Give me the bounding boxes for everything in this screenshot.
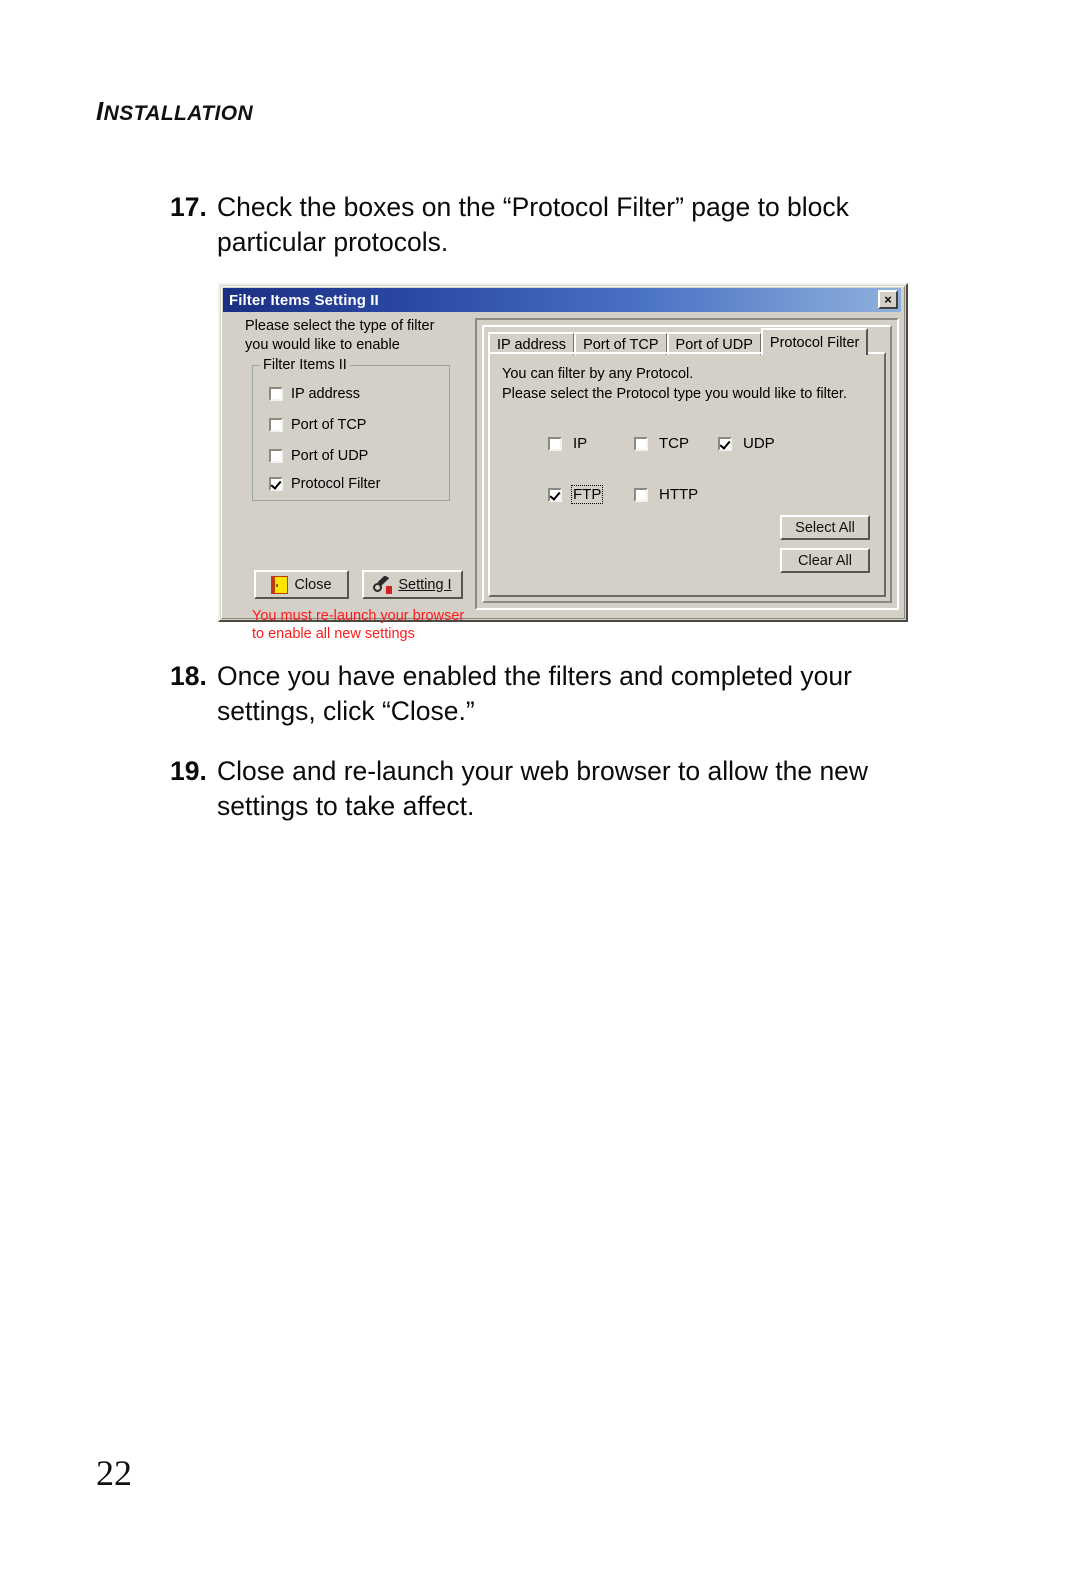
- dialog-title: Filter Items Setting II: [229, 291, 379, 309]
- filter-items-dialog: Filter Items Setting II × Please select …: [218, 283, 908, 642]
- protocol-ftp[interactable]: FTP: [548, 485, 634, 504]
- filter-item-label: IP address: [291, 386, 361, 402]
- filter-item-ip-address[interactable]: IP address: [269, 386, 360, 402]
- dialog-titlebar: Filter Items Setting II ×: [223, 288, 901, 312]
- tab-description-line-2: Please select the Protocol type you woul…: [502, 386, 847, 402]
- checkbox-ip-address[interactable]: [269, 387, 283, 401]
- right-pane: IP address Port of TCP Port of UDP Proto…: [475, 318, 899, 610]
- step-text: Close and re-launch your web browser to …: [217, 756, 869, 821]
- filter-item-label: Port of UDP: [291, 448, 369, 464]
- checkbox-port-of-tcp[interactable]: [269, 418, 283, 432]
- protocol-checkbox-grid: IP TCP UDP FTP HTTP: [548, 434, 838, 504]
- tab-label: Port of TCP: [583, 336, 659, 353]
- checkbox-tcp[interactable]: [634, 436, 648, 451]
- clear-all-label: Clear All: [798, 552, 852, 569]
- protocol-row-2: FTP HTTP: [548, 485, 838, 504]
- intro-line-1: Please select the type of filter: [245, 318, 435, 334]
- close-icon[interactable]: ×: [878, 290, 898, 309]
- protocol-label: IP: [573, 435, 588, 452]
- setting-one-button[interactable]: Setting I: [362, 570, 463, 599]
- checkbox-ip[interactable]: [548, 436, 562, 451]
- protocol-label: UDP: [743, 435, 775, 452]
- filter-items-groupbox: Filter Items II IP address Port of TCP P…: [252, 357, 450, 501]
- step-item-18: 18. Once you have enabled the filters an…: [170, 659, 910, 729]
- running-head-rest: NSTALLATION: [103, 102, 254, 125]
- step-number: 19.: [170, 756, 207, 786]
- checkbox-port-of-udp[interactable]: [269, 449, 283, 463]
- close-button-label: Close: [294, 576, 332, 593]
- filter-item-label: Port of TCP: [291, 417, 367, 433]
- relaunch-warning-line-2: to enable all new settings: [252, 626, 415, 642]
- tab-label: Protocol Filter: [769, 334, 860, 351]
- select-all-label: Select All: [795, 519, 855, 536]
- checkbox-ftp[interactable]: [548, 487, 562, 502]
- left-pane: Please select the type of filter you wou…: [228, 317, 468, 642]
- relaunch-warning: You must re-launch your browser to enabl…: [252, 607, 464, 643]
- groupbox-label: Filter Items II: [260, 357, 350, 373]
- filter-item-protocol-filter[interactable]: Protocol Filter: [269, 476, 380, 492]
- checkbox-protocol-filter[interactable]: [269, 477, 283, 491]
- protocol-tcp[interactable]: TCP: [634, 434, 718, 453]
- filter-item-port-of-udp[interactable]: Port of UDP: [269, 448, 368, 464]
- protocol-http[interactable]: HTTP: [634, 485, 718, 504]
- step-text: Once you have enabled the filters and co…: [217, 661, 852, 726]
- protocol-udp[interactable]: UDP: [718, 434, 777, 453]
- filter-item-port-of-tcp[interactable]: Port of TCP: [269, 417, 366, 433]
- protocol-label: HTTP: [659, 486, 699, 503]
- tab-protocol-filter[interactable]: Protocol Filter: [760, 328, 869, 355]
- close-button[interactable]: Close: [254, 570, 349, 599]
- checkbox-udp[interactable]: [718, 436, 732, 451]
- tab-description: You can filter by any Protocol. Please s…: [502, 364, 847, 404]
- select-all-button[interactable]: Select All: [780, 515, 870, 540]
- checkbox-http[interactable]: [634, 487, 648, 502]
- tool-magnifier-icon: [373, 575, 393, 594]
- protocol-label: FTP: [571, 485, 604, 504]
- filter-item-label: Protocol Filter: [291, 476, 381, 492]
- door-icon: [271, 575, 289, 594]
- step-text: Check the boxes on the “Protocol Filter”…: [217, 192, 849, 257]
- right-pane-inner-frame: IP address Port of TCP Port of UDP Proto…: [482, 325, 892, 603]
- tab-description-line-1: You can filter by any Protocol.: [502, 366, 694, 382]
- protocol-row-1: IP TCP UDP: [548, 434, 838, 453]
- setting-button-label: Setting I: [398, 576, 452, 593]
- page-number: 22: [96, 1453, 132, 1493]
- running-head: INSTALLATION: [96, 96, 253, 127]
- step-number: 18.: [170, 661, 207, 691]
- intro-line-2: you would like to enable: [245, 337, 400, 353]
- step-number: 17.: [170, 192, 207, 222]
- clear-all-button[interactable]: Clear All: [780, 548, 870, 573]
- step-item-17: 17. Check the boxes on the “Protocol Fil…: [170, 190, 910, 260]
- tab-panel-protocol-filter: You can filter by any Protocol. Please s…: [488, 352, 886, 597]
- selection-buttons: Select All Clear All: [780, 515, 870, 573]
- protocol-ip[interactable]: IP: [548, 434, 634, 453]
- step-item-19: 19. Close and re-launch your web browser…: [170, 754, 910, 824]
- tab-label: IP address: [497, 336, 567, 353]
- tab-label: Port of UDP: [675, 336, 753, 353]
- relaunch-warning-line-1: You must re-launch your browser: [252, 608, 465, 624]
- protocol-label: TCP: [659, 435, 689, 452]
- running-head-initial: I: [96, 96, 104, 126]
